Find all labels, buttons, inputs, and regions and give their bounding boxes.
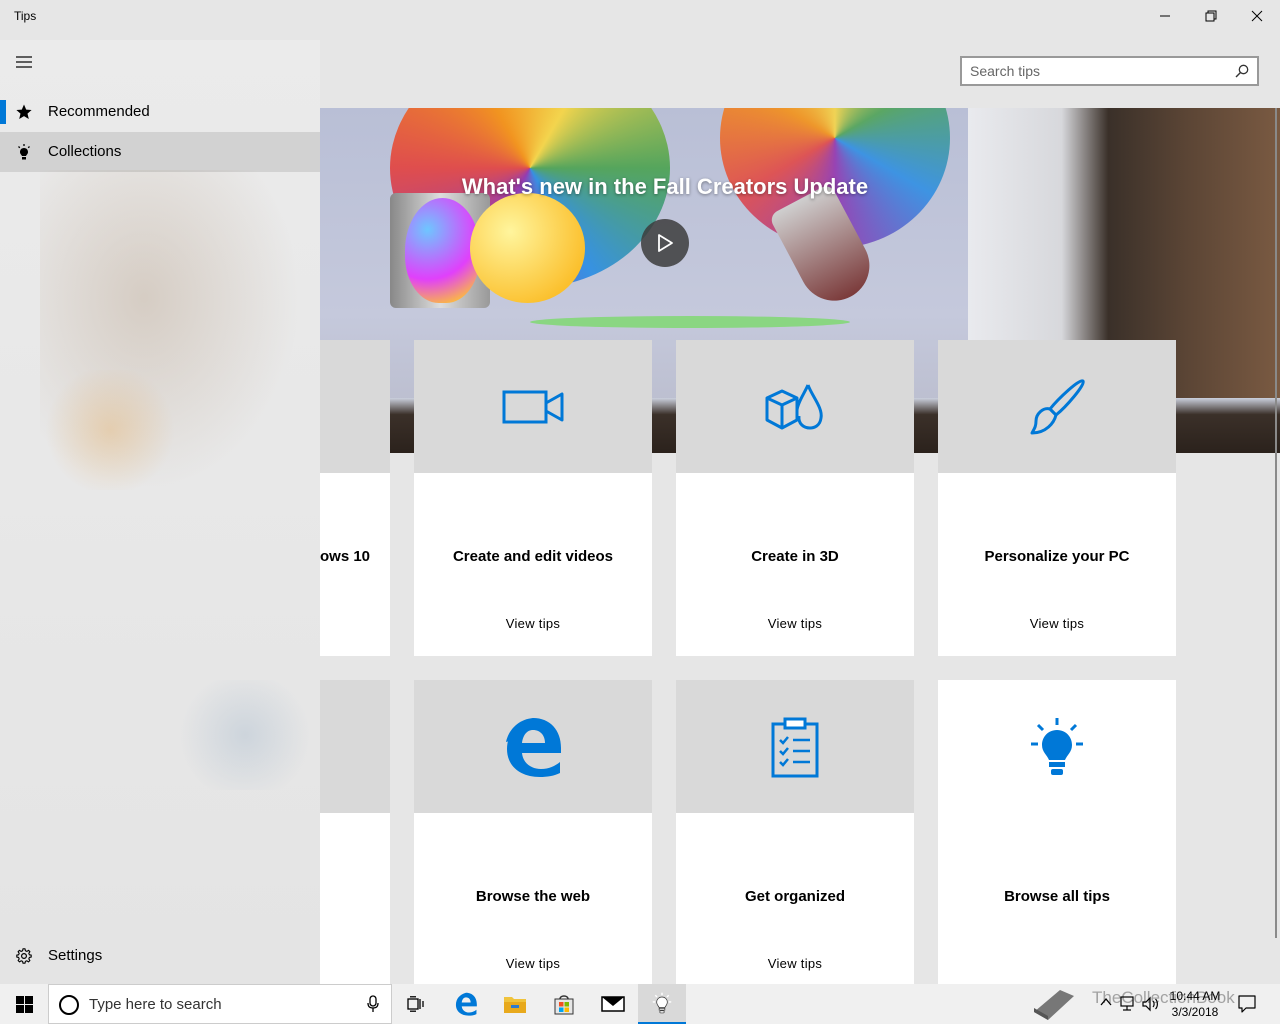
nav-item-recommended[interactable]: Recommended (0, 92, 320, 132)
search-box[interactable] (960, 56, 1259, 86)
view-tips-link[interactable]: View tips (414, 956, 652, 971)
mail-icon (601, 996, 625, 1012)
system-tray: TheCollectionBook 10:44 AM 3/3/2018 (1020, 984, 1280, 1024)
tip-card-create-in-3d[interactable]: Create in 3D View tips (676, 340, 914, 656)
clock-date: 3/3/2018 (1171, 1005, 1219, 1019)
nav-item-label: Recommended (48, 103, 150, 120)
close-button[interactable] (1234, 0, 1280, 32)
taskbar-search-box[interactable]: Type here to search (48, 984, 392, 1024)
folder-icon (504, 997, 526, 1013)
card-thumbnail (320, 340, 390, 473)
lightbulb-icon (652, 992, 672, 1014)
tip-card-create-edit-videos[interactable]: Create and edit videos View tips (414, 340, 652, 656)
edge-icon (506, 717, 561, 777)
selection-indicator (0, 100, 6, 124)
3d-shapes-icon (765, 383, 823, 430)
tip-card-browse-all-tips[interactable]: Browse all tips (938, 680, 1176, 984)
card-title: Get organized (744, 888, 845, 905)
view-tips-link[interactable]: View tips (676, 616, 914, 631)
minimize-icon (1160, 15, 1170, 17)
lightbulb-icon (14, 142, 34, 162)
microphone-icon[interactable] (367, 995, 379, 1013)
navigation-pane: Recommended Collections Settings (0, 40, 320, 984)
hero-art-emoji (470, 193, 585, 303)
clock-time: 10:44 AM (1169, 989, 1221, 1003)
task-view-button[interactable] (392, 984, 440, 1024)
nav-item-label: Settings (48, 947, 103, 964)
tip-card-partial[interactable] (320, 680, 390, 984)
taskbar-store-button[interactable] (540, 984, 588, 1024)
star-icon (14, 102, 34, 122)
window-title: Tips (14, 9, 37, 23)
card-thumbnail (414, 340, 652, 473)
clipboard-icon (771, 717, 819, 777)
card-thumbnail (938, 340, 1176, 473)
card-title: Create and edit videos (452, 548, 614, 565)
start-button[interactable] (0, 984, 48, 1024)
acrylic-blur (40, 370, 180, 490)
title-bar: Tips (0, 0, 1280, 32)
chevron-up-icon[interactable] (1100, 996, 1112, 1008)
view-tips-link[interactable]: View tips (676, 956, 914, 971)
taskbar: Type here to search TheCollectionBook 10… (0, 984, 1280, 1024)
card-title: Browse the web (475, 888, 591, 905)
cortana-icon (59, 995, 79, 1015)
card-thumbnail (676, 340, 914, 473)
search-input[interactable] (970, 62, 1225, 80)
taskbar-tips-button[interactable] (638, 984, 686, 1024)
hero-headline: What's new in the Fall Creators Update (461, 174, 869, 199)
card-title: Personalize your PC (984, 548, 1130, 565)
play-video-button[interactable] (641, 219, 689, 267)
windows-logo-icon (15, 995, 33, 1013)
nav-item-settings[interactable]: Settings (0, 936, 320, 976)
restore-icon (1205, 10, 1217, 22)
gear-icon (14, 946, 34, 966)
network-icon[interactable] (1120, 996, 1138, 1012)
nav-item-label: Collections (48, 143, 122, 160)
taskbar-mail-button[interactable] (589, 984, 637, 1024)
view-tips-link[interactable]: View tips (414, 616, 652, 631)
tip-card-windows-10[interactable]: ows 10 (320, 340, 390, 656)
card-thumbnail (320, 680, 390, 813)
tip-card-get-organized[interactable]: Get organized View tips (676, 680, 914, 984)
book-logo-icon (1034, 990, 1074, 1020)
taskbar-file-explorer-button[interactable] (491, 984, 539, 1024)
video-camera-icon (502, 390, 564, 423)
card-title: ows 10 (320, 548, 371, 565)
view-tips-link[interactable]: View tips (938, 616, 1176, 631)
store-bag-icon (554, 995, 574, 1015)
card-title: Browse all tips (1004, 888, 1110, 905)
close-icon (1251, 10, 1263, 22)
search-icon[interactable] (1235, 64, 1249, 78)
edge-icon (455, 992, 477, 1016)
tip-card-browse-web[interactable]: Browse the web View tips (414, 680, 652, 984)
taskbar-clock[interactable]: 10:44 AM 3/3/2018 (1160, 988, 1230, 1020)
restore-button[interactable] (1188, 0, 1234, 32)
play-icon (658, 234, 673, 252)
minimize-button[interactable] (1142, 0, 1188, 32)
taskbar-edge-button[interactable] (442, 984, 490, 1024)
taskbar-search-placeholder: Type here to search (89, 996, 222, 1013)
hamburger-icon (16, 56, 32, 68)
acrylic-blur (170, 680, 320, 790)
card-title: Create in 3D (751, 548, 839, 565)
tip-card-personalize-pc[interactable]: Personalize your PC View tips (938, 340, 1176, 656)
card-thumbnail (938, 680, 1176, 813)
task-view-icon (407, 996, 424, 1012)
card-thumbnail (414, 680, 652, 813)
hero-art-paint-puddle (530, 316, 850, 328)
volume-icon[interactable] (1142, 996, 1160, 1012)
nav-item-collections[interactable]: Collections (0, 132, 320, 172)
hero-art-balloon (405, 198, 480, 303)
scrollbar[interactable] (1275, 108, 1277, 938)
paintbrush-icon (1030, 378, 1085, 434)
action-center-icon[interactable] (1238, 995, 1256, 1013)
lightbulb-icon (1031, 717, 1083, 775)
card-thumbnail (676, 680, 914, 813)
hamburger-menu-button[interactable] (4, 42, 44, 82)
